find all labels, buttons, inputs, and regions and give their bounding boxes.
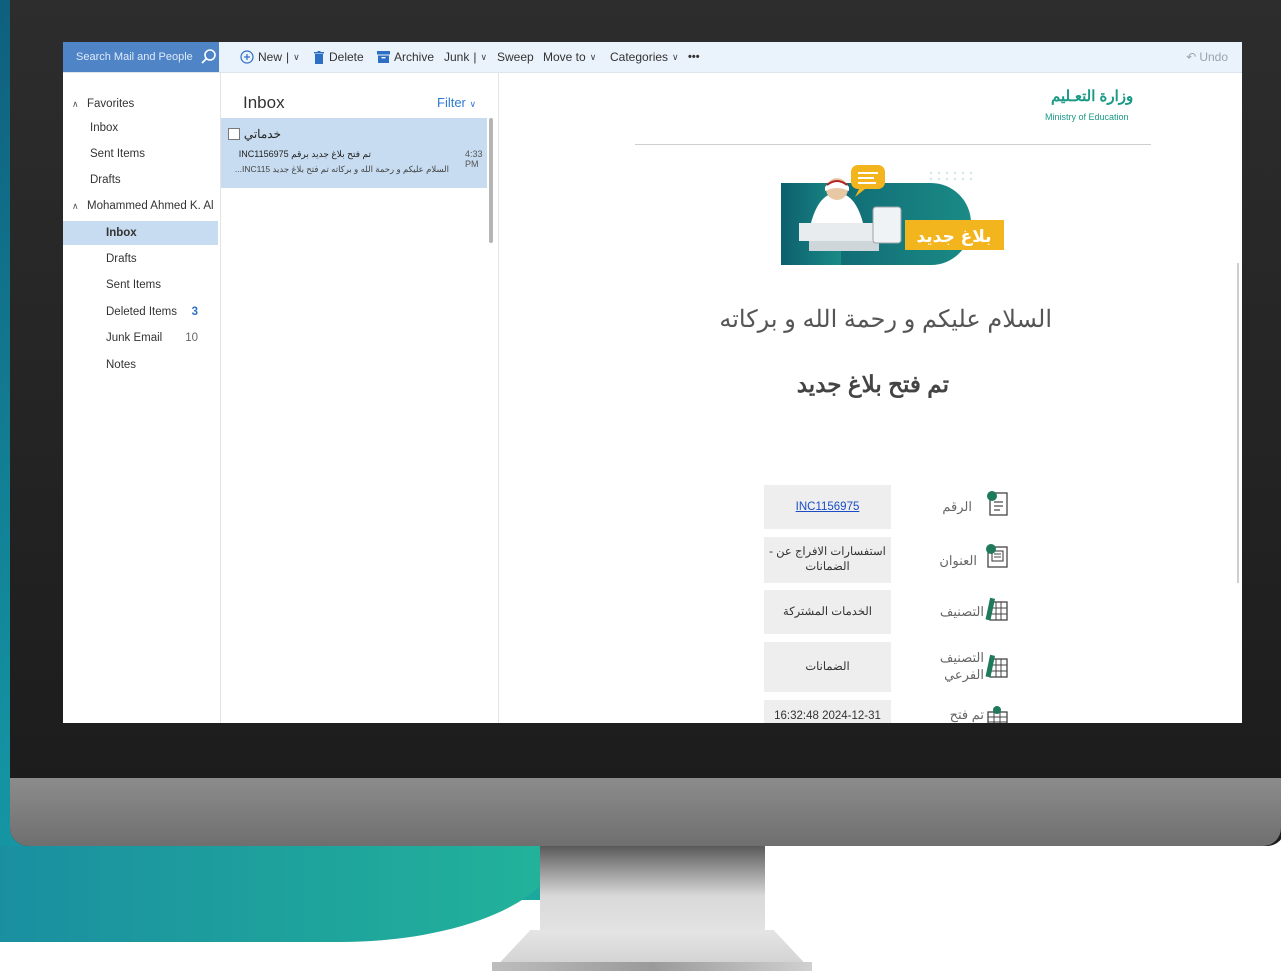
message-list: Inbox Filter ∨ خدماتي تم فتح بلاغ جديد ب… bbox=[221, 73, 499, 723]
categories-button-label: Categories bbox=[610, 50, 669, 64]
search-icon[interactable] bbox=[200, 48, 217, 65]
ticket-opened-label: تم فتح التذكرة في bbox=[949, 707, 984, 722]
folder-item-junk-email[interactable]: Junk Email 10 bbox=[63, 326, 218, 350]
list-title: Inbox bbox=[243, 93, 285, 112]
ticket-opened-value: 2024-12-31 16:32:48 AST bbox=[764, 700, 891, 723]
logo-fragment: ▪ ▪ bbox=[1093, 73, 1103, 78]
chevron-up-icon[interactable]: ∧ bbox=[72, 201, 79, 212]
message-preview: السلام عليكم و رحمة الله و بركاته تم فتح… bbox=[234, 164, 449, 174]
search-input[interactable] bbox=[74, 50, 198, 64]
separator: | bbox=[473, 50, 477, 64]
ticket-number-link[interactable]: INC1156975 bbox=[796, 500, 860, 515]
new-ticket-banner: بلاغ جديد bbox=[781, 165, 1004, 265]
ticket-title-label: العنوان bbox=[939, 553, 977, 568]
new-button[interactable]: New | ∨ bbox=[240, 42, 300, 72]
folder-item-notes[interactable]: Notes bbox=[63, 353, 218, 377]
greeting-text: السلام عليكم و رحمة الله و بركاته bbox=[719, 306, 1052, 333]
search-box[interactable] bbox=[63, 42, 219, 72]
chevron-down-icon[interactable]: ∨ bbox=[480, 52, 487, 63]
message-sender: خدماتي bbox=[243, 127, 281, 141]
favorites-item-sent-items[interactable]: Sent Items bbox=[63, 142, 218, 166]
chevron-down-icon: ∨ bbox=[672, 51, 679, 62]
folder-item-inbox[interactable]: Inbox bbox=[63, 221, 218, 245]
move-to-button[interactable]: Move to ∨ bbox=[543, 42, 596, 72]
account-header[interactable]: ∧ Mohammed Ahmed K. Al bbox=[63, 194, 218, 218]
new-button-label: New bbox=[258, 50, 283, 64]
trash-icon bbox=[313, 50, 325, 64]
archive-button[interactable]: Archive bbox=[377, 42, 434, 72]
item-count-badge: 10 bbox=[185, 332, 198, 344]
favorites-item-drafts[interactable]: Drafts bbox=[63, 168, 218, 192]
ticket-title-value: استفسارات الافراج عن - الضمانات bbox=[764, 537, 891, 583]
categories-button[interactable]: Categories ∨ bbox=[610, 42, 679, 72]
message-item[interactable]: خدماتي تم فتح بلاغ جديد برقم INC1156975 … bbox=[221, 118, 487, 188]
more-icon: ••• bbox=[688, 51, 700, 63]
undo-button-label: Undo bbox=[1199, 50, 1228, 64]
chevron-down-icon: ∨ bbox=[589, 51, 597, 62]
message-time: 4:33 PM bbox=[465, 149, 483, 169]
email-heading: تم فتح بلاغ جديد bbox=[796, 371, 949, 397]
org-logo-arabic: وزارة التعـليم bbox=[1051, 88, 1134, 105]
archive-icon bbox=[377, 51, 390, 63]
delete-button[interactable]: Delete bbox=[313, 42, 364, 72]
chevron-up-icon[interactable]: ∧ bbox=[72, 99, 79, 110]
folder-item-drafts[interactable]: Drafts bbox=[63, 247, 218, 271]
form-icon bbox=[986, 544, 1008, 568]
ticket-subcategory-label: التصنيف الفرعي bbox=[939, 650, 984, 682]
toolbar: New | ∨ Delete Archive Junk | ∨ Sweep Mo… bbox=[63, 42, 1242, 73]
spreadsheet-icon bbox=[985, 654, 1008, 678]
select-checkbox[interactable] bbox=[228, 128, 240, 140]
spreadsheet-icon bbox=[985, 597, 1008, 621]
sweep-button[interactable]: Sweep bbox=[497, 42, 534, 72]
separator: | bbox=[286, 50, 290, 64]
folder-item-deleted-items[interactable]: Deleted Items 3 bbox=[63, 300, 218, 324]
message-subject: تم فتح بلاغ جديد برقم INC1156975 bbox=[238, 149, 371, 159]
folder-pane: ∧ Favorites Inbox Sent Items Drafts ∧ Mo… bbox=[63, 73, 221, 723]
favorites-item-inbox[interactable]: Inbox bbox=[63, 116, 218, 140]
more-options-button[interactable]: ••• bbox=[688, 42, 700, 72]
list-scrollbar[interactable] bbox=[489, 118, 493, 243]
outlook-window: New | ∨ Delete Archive Junk | ∨ Sweep Mo… bbox=[63, 42, 1242, 723]
org-logo-english: Ministry of Education bbox=[1045, 112, 1129, 122]
ticket-category-label: التصنيف bbox=[939, 604, 984, 619]
unread-count-badge: 3 bbox=[191, 306, 198, 318]
filter-button[interactable]: Filter ∨ bbox=[437, 95, 476, 110]
archive-button-label: Archive bbox=[394, 50, 435, 64]
banner-label: بلاغ جديد bbox=[916, 227, 991, 247]
calendar-icon bbox=[987, 706, 1008, 723]
undo-icon: ↶ bbox=[1186, 50, 1197, 64]
reading-pane: ▪ ▪ وزارة التعـليم Ministry of Education bbox=[499, 73, 1242, 723]
ticket-subcategory-value: الضمانات bbox=[764, 642, 891, 692]
plus-circle-icon bbox=[240, 50, 254, 64]
undo-button[interactable]: ↶ Undo bbox=[1186, 42, 1228, 72]
document-icon bbox=[987, 491, 1008, 516]
ticket-number-label: الرقم bbox=[942, 499, 972, 514]
monitor-stand-base-edge bbox=[492, 962, 812, 971]
folder-item-sent-items[interactable]: Sent Items bbox=[63, 273, 218, 297]
chevron-down-icon: ∨ bbox=[469, 99, 477, 109]
reader-scrollbar[interactable] bbox=[1237, 263, 1239, 583]
divider bbox=[635, 144, 1151, 145]
junk-button[interactable]: Junk | ∨ bbox=[444, 42, 487, 72]
ticket-number-value[interactable]: INC1156975 bbox=[764, 485, 891, 529]
sweep-button-label: Sweep bbox=[497, 50, 534, 64]
junk-button-label: Junk bbox=[444, 50, 470, 64]
chevron-down-icon[interactable]: ∨ bbox=[293, 52, 300, 63]
monitor-chin bbox=[10, 778, 1281, 846]
move-to-button-label: Move to bbox=[543, 50, 586, 64]
filter-label: Filter bbox=[437, 95, 466, 110]
favorites-header[interactable]: ∧ Favorites bbox=[63, 92, 218, 116]
delete-button-label: Delete bbox=[329, 50, 364, 64]
ticket-category-value: الخدمات المشتركة bbox=[764, 590, 891, 634]
